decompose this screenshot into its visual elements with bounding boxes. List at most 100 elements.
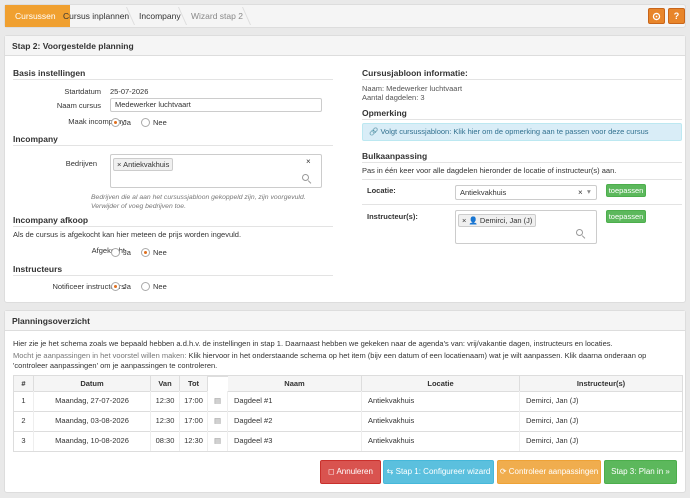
sjabloon-title: Cursusjabloon informatie:	[362, 68, 468, 78]
instructeur-label: Instructeur(s):	[367, 212, 418, 221]
controleer-button[interactable]: ⟳ Controleer aanpassingen	[497, 460, 601, 484]
annuleren-label: Annuleren	[336, 467, 373, 476]
tag-remove-icon[interactable]: ×	[462, 216, 466, 225]
incompany-title: Incompany	[13, 134, 58, 144]
clear-icon[interactable]: ×	[306, 157, 311, 166]
cell-nr: 2	[14, 411, 34, 432]
instructions-lead: Mocht je aanpassingen in het voorstel wi…	[13, 351, 187, 360]
col-header-icon	[208, 376, 228, 377]
cell-instructeur[interactable]: Demirci, Jan (J)	[520, 391, 682, 412]
link-icon: 🔗	[369, 127, 379, 136]
cell-naam[interactable]: Dagdeel #1	[228, 391, 362, 412]
cell-van[interactable]: 12:30	[151, 411, 180, 432]
opmerking-title: Opmerking	[362, 108, 407, 118]
divider	[362, 179, 682, 180]
instructeur-toepassen-button[interactable]: toepassen	[606, 210, 646, 223]
locatie-select[interactable]: Antiekvakhuis	[455, 185, 597, 200]
breadcrumb-item-wizard-stap-2: Wizard stap 2	[191, 11, 243, 21]
calendar-icon[interactable]: ▤	[208, 411, 228, 432]
cell-locatie[interactable]: Antiekvakhuis	[362, 411, 520, 432]
cell-tot[interactable]: 17:00	[180, 391, 208, 412]
calendar-icon[interactable]: ▤	[208, 431, 228, 451]
cell-tot[interactable]: 12:30	[180, 431, 208, 451]
step2-panel: Stap 2: Voorgestelde planning Basis inst…	[4, 35, 686, 303]
controleer-label: Controleer aanpassingen	[508, 467, 599, 476]
divider	[13, 79, 333, 80]
cell-locatie[interactable]: Antiekvakhuis	[362, 391, 520, 412]
cell-instructeur[interactable]: Demirci, Jan (J)	[520, 431, 682, 451]
afgekocht-ja-radio[interactable]	[111, 248, 120, 257]
settings-button[interactable]	[648, 8, 665, 24]
sjabloon-dagdelen: Aantal dagdelen: 3	[362, 93, 425, 102]
instructeurs-title: Instructeurs	[13, 264, 63, 274]
incompany-ja-radio[interactable]	[111, 118, 120, 127]
breadcrumb-item-incompany[interactable]: Incompany	[139, 5, 181, 27]
instructeur-tag[interactable]: × 👤 Demirci, Jan (J)	[458, 214, 537, 227]
cell-locatie[interactable]: Antiekvakhuis	[362, 431, 520, 451]
breadcrumb-item-cursus-inplannen[interactable]: Cursus inplannen	[63, 5, 129, 27]
tag-label: Antiekvakhuis	[123, 160, 170, 169]
col-header-instructeurs: Instructeur(s)	[520, 376, 682, 392]
refresh-icon: ⟳	[499, 467, 507, 476]
notificeer-nee-label: Nee	[153, 282, 167, 291]
divider	[13, 275, 333, 276]
cell-datum[interactable]: Maandag, 03-08-2026	[34, 411, 151, 432]
col-header-naam: Naam	[228, 376, 362, 392]
cell-naam[interactable]: Dagdeel #3	[228, 431, 362, 451]
chevron-down-icon[interactable]: ▾	[587, 187, 591, 196]
cell-van[interactable]: 08:30	[151, 431, 180, 451]
locatie-toepassen-button[interactable]: toepassen	[606, 184, 646, 197]
calendar-icon[interactable]: ▤	[208, 391, 228, 412]
divider	[362, 119, 682, 120]
bedrijven-hint: Bedrijven die al aan het cursussjabloon …	[91, 194, 306, 210]
help-button[interactable]: ?	[668, 8, 685, 24]
cell-van[interactable]: 12:30	[151, 391, 180, 412]
divider	[362, 204, 682, 205]
cell-datum[interactable]: Maandag, 10-08-2026	[34, 431, 151, 451]
col-header-datum: Datum	[34, 376, 151, 392]
incompany-nee-label: Nee	[153, 118, 167, 127]
cell-datum[interactable]: Maandag, 27-07-2026	[34, 391, 151, 412]
breadcrumb: Cursussen Cursus inplannen Incompany Wiz…	[4, 4, 686, 28]
divider	[362, 79, 682, 80]
afgekocht-label: Afgekocht	[91, 246, 125, 255]
afkoop-desc: Als de cursus is afgekocht kan hier mete…	[13, 230, 242, 239]
maak-incompany-label: Maak incompany	[68, 117, 125, 126]
planning-instructions: Mocht je aanpassingen in het voorstel wi…	[13, 351, 679, 371]
notificeer-nee-radio[interactable]	[141, 282, 150, 291]
tag-remove-icon[interactable]: ×	[117, 160, 121, 169]
stap3-label: Stap 3: Plan in	[611, 467, 664, 476]
cell-naam[interactable]: Dagdeel #2	[228, 411, 362, 432]
cancel-icon: ◻	[328, 467, 335, 476]
search-icon	[576, 229, 583, 236]
startdatum-label: Startdatum	[64, 87, 101, 96]
bulk-title: Bulkaanpassing	[362, 151, 428, 161]
locatie-clear-icon[interactable]: ×	[578, 188, 583, 197]
notificeer-ja-label: Ja	[123, 282, 131, 291]
bedrijf-tag[interactable]: × Antiekvakhuis	[113, 158, 174, 171]
locatie-label: Locatie:	[367, 186, 396, 195]
cell-instructeur[interactable]: Demirci, Jan (J)	[520, 411, 682, 432]
annuleren-button[interactable]: ◻ Annuleren	[320, 460, 381, 484]
afgekocht-nee-radio[interactable]	[141, 248, 150, 257]
cell-tot[interactable]: 17:00	[180, 411, 208, 432]
col-header-locatie: Locatie	[362, 376, 520, 392]
incompany-ja-label: Ja	[123, 118, 131, 127]
stap3-button[interactable]: Stap 3: Plan in »	[604, 460, 677, 484]
stap1-button[interactable]: ⇆ Stap 1: Configureer wizard	[383, 460, 494, 484]
incompany-nee-radio[interactable]	[141, 118, 150, 127]
user-icon: 👤	[468, 216, 478, 225]
naam-cursus-input[interactable]: Medewerker luchtvaart	[110, 98, 322, 112]
col-header-nr: #	[14, 376, 34, 392]
divider	[362, 162, 682, 163]
afgekocht-ja-label: Ja	[123, 248, 131, 257]
step2-title: Stap 2: Voorgestelde planning	[5, 36, 685, 56]
notificeer-ja-radio[interactable]	[111, 282, 120, 291]
opmerking-info-link[interactable]: 🔗 Volgt cursussjabloon: Klik hier om de …	[362, 123, 682, 141]
naam-cursus-label: Naam cursus	[56, 101, 101, 110]
basis-title: Basis instellingen	[13, 68, 86, 78]
col-header-van: Van	[151, 376, 180, 392]
afgekocht-nee-label: Nee	[153, 248, 167, 257]
stap1-label: Stap 1: Configureer wizard	[395, 467, 491, 476]
bulk-desc: Pas in één keer voor alle dagdelen hiero…	[362, 166, 617, 175]
